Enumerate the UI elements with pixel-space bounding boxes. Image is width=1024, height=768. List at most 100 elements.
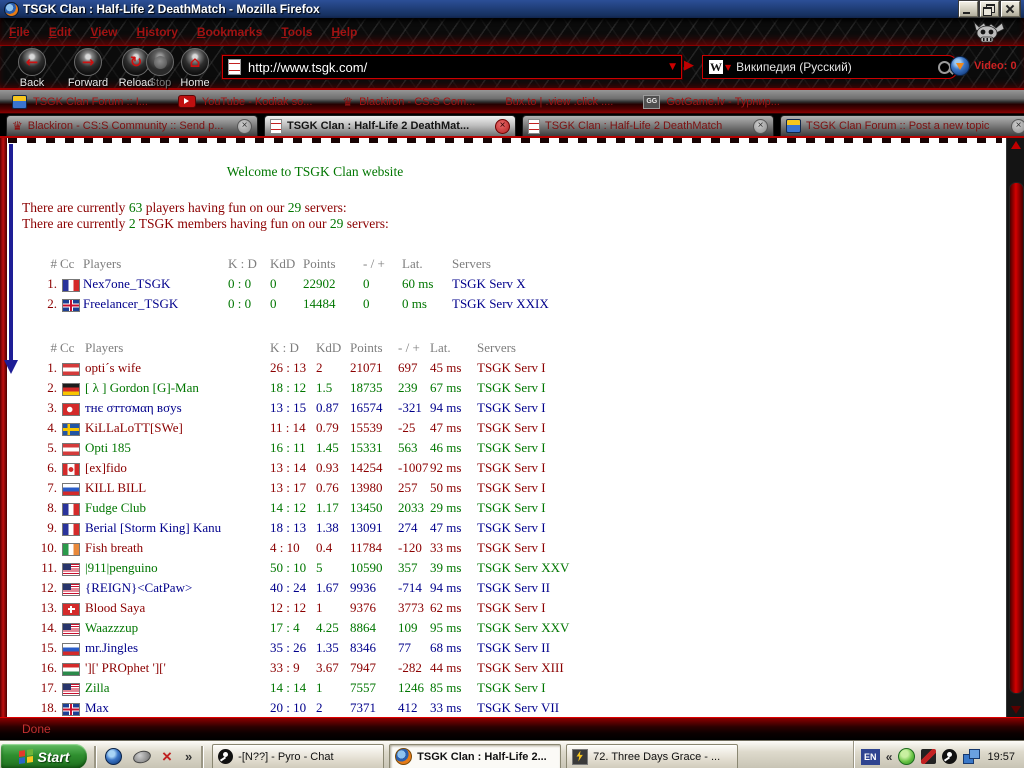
menu-item[interactable]: Help: [331, 25, 357, 39]
server-name[interactable]: TSGK Serv I: [477, 380, 1024, 396]
server-name[interactable]: TSGK Serv I: [477, 440, 1024, 456]
server-name[interactable]: TSGK Serv I: [477, 420, 1024, 436]
tray-icon-network[interactable]: [963, 749, 978, 764]
server-name[interactable]: TSGK Serv I: [477, 500, 1024, 516]
taskbar-button[interactable]: 72. Three Days Grace - ...: [566, 744, 738, 768]
server-name[interactable]: TSGK Serv II: [477, 580, 1024, 596]
tab[interactable]: TSGK Clan Forum :: Post a new topic ×: [780, 115, 1024, 136]
video-downloader-icon[interactable]: [950, 56, 970, 76]
player-name[interactable]: [ex]fido: [85, 460, 270, 476]
scroll-down-arrow[interactable]: [1011, 706, 1021, 714]
player-name[interactable]: тнє σттσмαη вσys: [85, 400, 270, 416]
player-name[interactable]: Nex7one_TSGK: [83, 276, 228, 292]
player-name[interactable]: Waazzzup: [85, 620, 270, 636]
video-downloader-indicator[interactable]: Video: 0: [950, 56, 1017, 76]
tab-close-button[interactable]: ×: [753, 119, 768, 134]
menu-item[interactable]: History: [137, 25, 178, 39]
minimize-button[interactable]: [959, 1, 978, 17]
kd-value: 13 : 14: [270, 460, 316, 476]
column-header: KdD: [316, 340, 350, 356]
url-bar[interactable]: http://www.tsgk.com/ ▼: [222, 55, 682, 79]
bookmark-item[interactable]: TSGK Clan Forum :: I...: [12, 95, 148, 109]
player-name[interactable]: Fish breath: [85, 540, 270, 556]
server-name[interactable]: TSGK Serv I: [477, 460, 1024, 476]
menu-item[interactable]: File: [9, 25, 30, 39]
player-name[interactable]: Max: [85, 700, 270, 716]
vertical-scrollbar[interactable]: [1006, 138, 1024, 717]
back-button[interactable]: ← Back: [4, 48, 60, 89]
tray-icon-steam[interactable]: [942, 749, 957, 764]
scrollbar-thumb[interactable]: [1009, 182, 1024, 694]
player-name[interactable]: [ λ ] Gordon [G]-Man: [85, 380, 270, 396]
plusminus-value: -1007: [398, 460, 430, 476]
tab-label: TSGK Clan Forum :: Post a new topic: [806, 120, 1006, 132]
close-button[interactable]: [1001, 1, 1020, 17]
tab[interactable]: TSGK Clan : Half-Life 2 DeathMatch ×: [522, 115, 774, 136]
player-name[interactable]: KILL BILL: [85, 480, 270, 496]
player-name[interactable]: |911|penguino: [85, 560, 270, 576]
menu-item[interactable]: Tools: [281, 25, 312, 39]
menu-item[interactable]: Bookmarks: [197, 25, 262, 39]
server-name[interactable]: TSGK Serv I: [477, 600, 1024, 616]
tray-collapse-chevron[interactable]: «: [886, 750, 893, 764]
server-name[interactable]: TSGK Serv I: [477, 520, 1024, 536]
go-button[interactable]: ▶: [684, 58, 694, 73]
search-engine-dropdown-icon[interactable]: ▼: [725, 63, 731, 72]
quicklaunch-mouse-icon[interactable]: [132, 748, 152, 764]
player-name[interactable]: Fudge Club: [85, 500, 270, 516]
menu-item[interactable]: Edit: [49, 25, 72, 39]
taskbar-button[interactable]: -[N??] - Pyro - Chat: [212, 744, 384, 768]
server-name[interactable]: TSGK Serv I: [477, 360, 1024, 376]
server-name[interactable]: TSGK Serv VII: [477, 700, 1024, 716]
player-name[interactable]: mr.Jingles: [85, 640, 270, 656]
scroll-up-arrow[interactable]: [1011, 141, 1021, 149]
restore-button[interactable]: [980, 1, 999, 17]
server-name[interactable]: TSGK Serv I: [477, 680, 1024, 696]
dash-decoration: [8, 138, 1002, 143]
taskbar-button[interactable]: TSGK Clan : Half-Life 2...: [389, 744, 561, 768]
kd-value: 13 : 15: [270, 400, 316, 416]
tab-close-button[interactable]: ×: [1011, 119, 1024, 134]
quicklaunch-browser-icon[interactable]: [105, 748, 122, 765]
search-engine-label[interactable]: Википедия (Русский): [736, 60, 852, 74]
tray-icon-messenger[interactable]: [898, 748, 915, 765]
server-name[interactable]: TSGK Serv XXV: [477, 620, 1024, 636]
tab[interactable]: TSGK Clan : Half-Life 2 DeathMat... ×: [264, 115, 516, 136]
bookmark-item[interactable]: GotGame.lv - Турнир...: [643, 95, 780, 109]
player-name[interactable]: Blood Saya: [85, 600, 270, 616]
tab[interactable]: Blackiron - CS:S Community :: Send p... …: [6, 115, 258, 136]
server-name[interactable]: TSGK Serv I: [477, 540, 1024, 556]
server-name[interactable]: TSGK Serv II: [477, 640, 1024, 656]
tab-close-button[interactable]: ×: [495, 119, 510, 134]
language-indicator[interactable]: EN: [861, 749, 880, 765]
server-name[interactable]: TSGK Serv X: [452, 276, 1024, 292]
player-name[interactable]: KiLLaLoTT[SWe]: [85, 420, 270, 436]
tray-icon-app[interactable]: [921, 749, 936, 764]
url-text[interactable]: http://www.tsgk.com/: [248, 60, 367, 75]
player-name[interactable]: Berial [Storm King] Kanu: [85, 520, 270, 536]
tab-close-button[interactable]: ×: [237, 119, 252, 134]
home-button[interactable]: ⌂ Home: [172, 48, 218, 89]
search-bar[interactable]: W ▼ Википедия (Русский): [702, 55, 958, 79]
player-name[interactable]: {REIGN}<CatPaw>: [85, 580, 270, 596]
bookmark-item[interactable]: Blackiron - CS:S Com...: [342, 96, 475, 108]
player-name[interactable]: Zilla: [85, 680, 270, 696]
menu-item[interactable]: View: [90, 25, 117, 39]
table-row: 16. '][' PROphet '][' 33 : 9 3.67 7947 -…: [40, 658, 1024, 678]
server-name[interactable]: TSGK Serv XXV: [477, 560, 1024, 576]
server-name[interactable]: TSGK Serv I: [477, 400, 1024, 416]
player-name[interactable]: '][' PROphet '][': [85, 660, 270, 676]
latency-value: 94 ms: [430, 400, 477, 416]
bookmark-item[interactable]: YouTube - Kodiak so...: [178, 95, 312, 108]
quicklaunch-overflow-button[interactable]: »: [185, 749, 192, 764]
url-dropdown-icon[interactable]: ▼: [669, 62, 676, 72]
server-name[interactable]: TSGK Serv XIII: [477, 660, 1024, 676]
bookmark-item[interactable]: Bux.to | .view .click ....: [505, 96, 613, 108]
player-name[interactable]: Freelancer_TSGK: [83, 296, 228, 312]
start-button[interactable]: Start: [1, 744, 87, 768]
server-name[interactable]: TSGK Serv XXIX: [452, 296, 1024, 312]
server-name[interactable]: TSGK Serv I: [477, 480, 1024, 496]
player-name[interactable]: Opti 185: [85, 440, 270, 456]
quicklaunch-close-icon[interactable]: ×: [162, 750, 172, 764]
player-name[interactable]: opti´s wife: [85, 360, 270, 376]
